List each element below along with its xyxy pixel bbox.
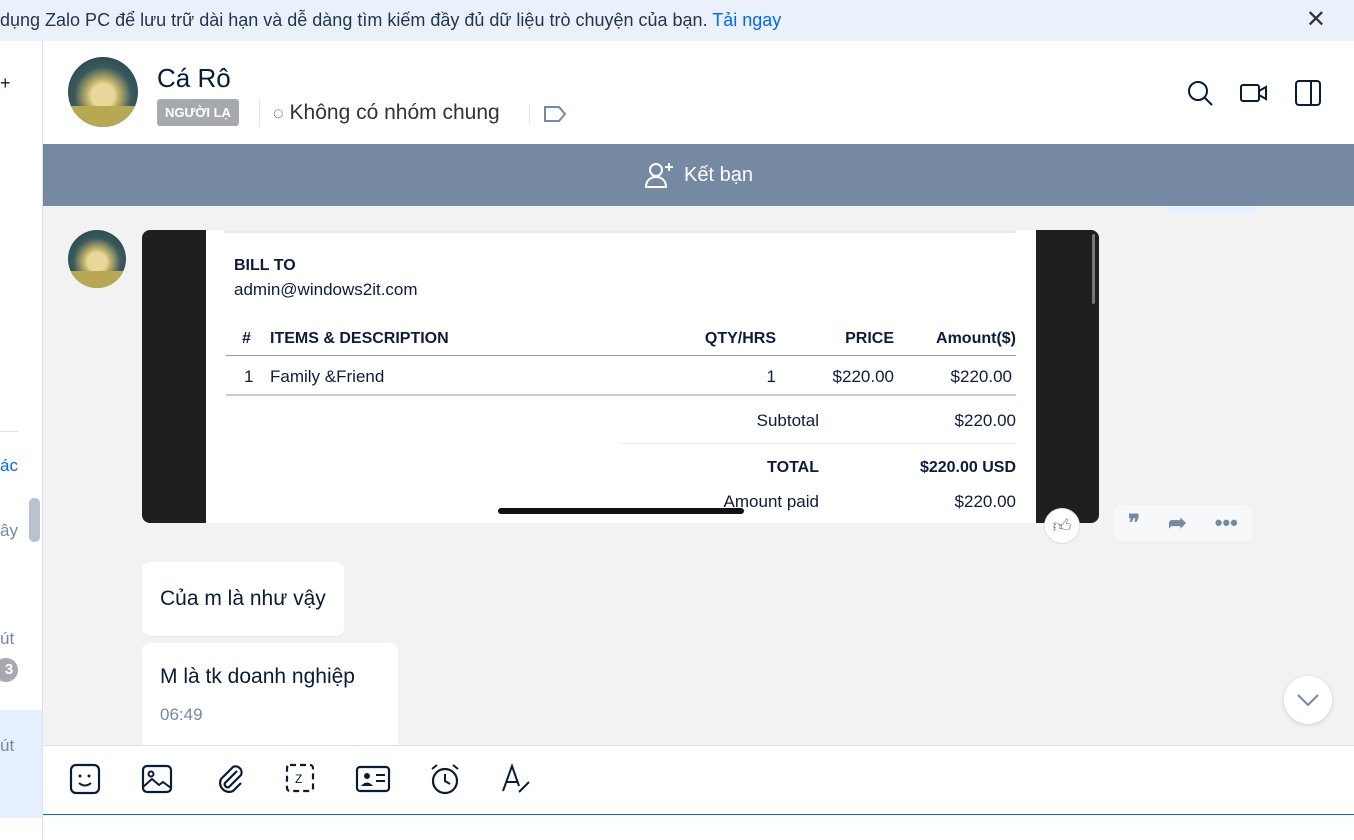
avatar[interactable] xyxy=(68,57,138,127)
message-bubble[interactable]: Của m là như vậy xyxy=(142,562,344,636)
reminder-clock-icon[interactable] xyxy=(428,762,462,796)
contact-card-icon[interactable] xyxy=(355,762,391,796)
svg-text:Z: Z xyxy=(295,772,302,786)
scrollbar[interactable] xyxy=(1092,234,1095,304)
banner-text: dụng Zalo PC để lưu trữ dài hạn và dễ dà… xyxy=(0,10,708,30)
invoice-document: BILL TO admin@windows2it.com # ITEMS & D… xyxy=(206,230,1036,523)
add-friend-label: Kết bạn xyxy=(684,163,753,186)
chevron-down-icon xyxy=(1297,694,1319,707)
divider xyxy=(259,99,260,127)
more-icon[interactable]: ••• xyxy=(1215,510,1238,536)
table-cell: $220.00 xyxy=(832,367,894,386)
video-call-icon[interactable] xyxy=(1239,79,1267,107)
divider xyxy=(224,230,1016,233)
input-focus-line xyxy=(43,814,1354,815)
active-conversation[interactable]: út xyxy=(0,710,42,818)
scroll-to-bottom-button[interactable] xyxy=(1284,676,1332,724)
message-text: M là tk doanh nghiệp xyxy=(160,665,355,688)
groups-label: Không có nhóm chung xyxy=(289,101,500,124)
unread-badge: 3 xyxy=(0,658,18,682)
filter-label[interactable]: ác xyxy=(0,456,18,476)
home-indicator xyxy=(498,508,744,514)
conversation-time: ây xyxy=(0,521,18,540)
table-cell: 1 xyxy=(244,367,254,386)
image-icon[interactable] xyxy=(140,762,174,796)
forward-icon[interactable]: ➦ xyxy=(1168,510,1186,536)
column-header: QTY/HRS xyxy=(704,330,776,347)
group-icon: ◌ xyxy=(273,103,284,123)
conversation-list: + ác ây út 3 út xyxy=(0,41,43,840)
composer-toolbar: Z xyxy=(43,745,1354,840)
bill-to-email: admin@windows2it.com xyxy=(234,280,418,299)
like-reaction-icon[interactable]: 👍︎ xyxy=(1044,508,1080,544)
chat-header: Cá Rô NGƯỜI LẠ ◌ Không có nhóm chung xyxy=(43,41,1354,144)
previous-message xyxy=(1167,206,1257,213)
bill-to-label: BILL TO xyxy=(234,257,296,274)
column-header: Amount($) xyxy=(936,330,1016,347)
search-icon[interactable] xyxy=(1186,79,1214,107)
download-link[interactable]: Tải ngay xyxy=(712,10,781,30)
table-cell: Family &Friend xyxy=(270,367,385,386)
divider xyxy=(620,443,1016,444)
tag-icon[interactable] xyxy=(543,105,567,123)
total-value: $220.00 USD xyxy=(919,459,1016,476)
add-friend-button[interactable]: Kết bạn xyxy=(43,144,1354,206)
stranger-badge: NGƯỜI LẠ xyxy=(157,99,239,126)
divider xyxy=(226,355,1016,356)
attachment-icon[interactable] xyxy=(213,762,247,796)
subtotal-label: Subtotal xyxy=(756,411,819,430)
divider xyxy=(0,431,18,432)
table-cell: 1 xyxy=(766,367,776,386)
common-groups[interactable]: ◌ Không có nhóm chung xyxy=(273,99,500,127)
divider xyxy=(226,394,1016,396)
message-text: Của m là như vậy xyxy=(160,587,326,610)
add-user-icon xyxy=(644,161,674,189)
invoice-image[interactable]: BILL TO admin@windows2it.com # ITEMS & D… xyxy=(142,230,1099,523)
table-cell: $220.00 xyxy=(950,367,1012,386)
conversation-time: út xyxy=(0,736,15,755)
total-label: TOTAL xyxy=(767,459,819,476)
column-header: # xyxy=(242,330,251,347)
text-format-icon[interactable] xyxy=(499,762,533,796)
message-time: 06:49 xyxy=(160,705,203,724)
sidebar-toggle-icon[interactable] xyxy=(1294,79,1322,107)
scrollbar[interactable] xyxy=(29,498,40,542)
add-group-icon[interactable]: + xyxy=(0,73,11,94)
quote-icon[interactable]: ❞ xyxy=(1128,510,1140,536)
amount-paid-value: $220.00 xyxy=(954,492,1016,511)
sender-avatar[interactable] xyxy=(68,230,126,288)
conversation-time: út xyxy=(0,629,15,648)
message-actions: ❞ ➦ ••• xyxy=(1114,505,1252,541)
divider xyxy=(529,104,530,124)
close-icon[interactable]: ✕ xyxy=(1306,8,1326,32)
screenshot-icon[interactable]: Z xyxy=(284,762,318,796)
column-header: ITEMS & DESCRIPTION xyxy=(270,330,449,347)
column-header: PRICE xyxy=(845,330,894,347)
download-banner: dụng Zalo PC để lưu trữ dài hạn và dễ dà… xyxy=(0,0,1354,41)
subtotal-value: $220.00 xyxy=(954,411,1016,430)
contact-name[interactable]: Cá Rô xyxy=(157,63,231,94)
message-bubble[interactable]: M là tk doanh nghiệp 06:49 xyxy=(142,643,398,753)
sticker-icon[interactable] xyxy=(68,762,102,796)
